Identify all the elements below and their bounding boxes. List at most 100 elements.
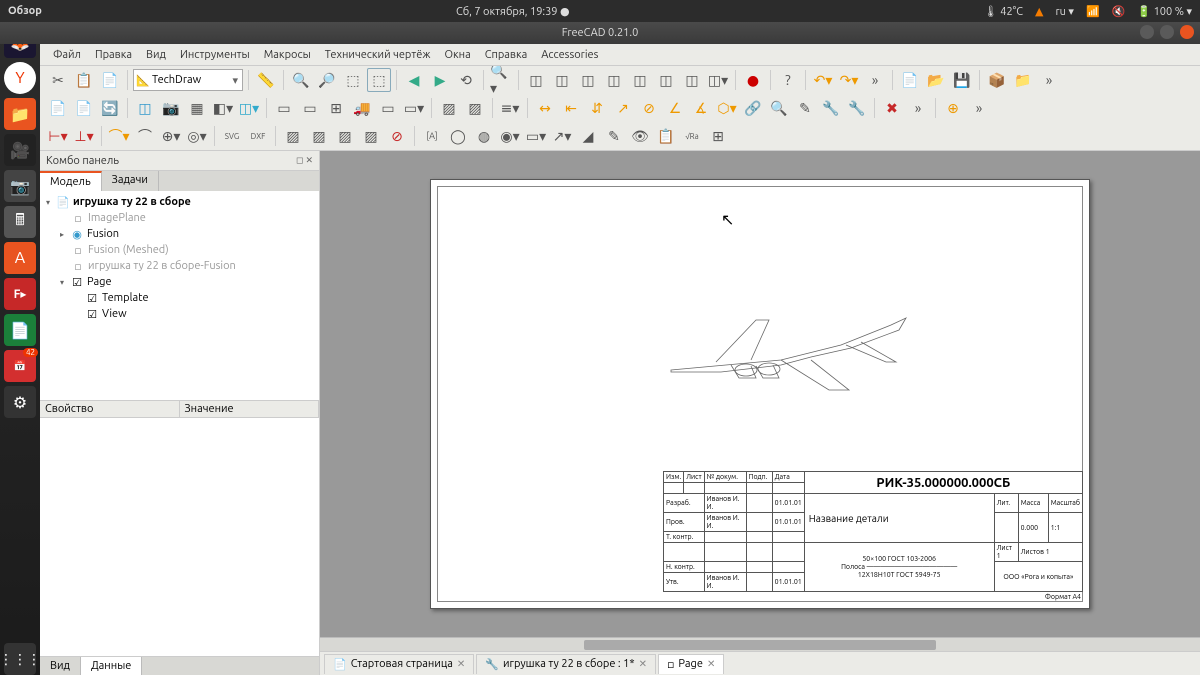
view-right-button[interactable]: ◫ [602, 68, 626, 92]
open-button[interactable]: 📂 [924, 68, 948, 92]
window-maximize[interactable] [1160, 25, 1174, 39]
volume-icon[interactable]: 🔇 [1112, 5, 1126, 18]
td-axo-dim-button[interactable]: 🔍 [767, 96, 791, 120]
undo-button[interactable]: ↶▾ [811, 68, 835, 92]
menu-file[interactable]: Файл [46, 49, 88, 61]
td-cosmetic-vertex-button[interactable]: ◍ [472, 124, 496, 148]
workbench-selector[interactable]: TechDraw [133, 69, 243, 91]
save-button[interactable]: 💾 [950, 68, 974, 92]
td-dim-horizontal-button[interactable]: ⇤ [559, 96, 583, 120]
clock[interactable]: Сб, 7 октября, 19:39 ● [42, 5, 984, 18]
view-bottom-button[interactable]: ◫ [654, 68, 678, 92]
dock-cheese[interactable]: 📷 [4, 170, 36, 202]
zoom-selection-button[interactable]: 🔎 [315, 68, 339, 92]
td-ext-horiz-button[interactable]: ⊢▾ [46, 124, 70, 148]
cut-button[interactable]: ✂ [46, 68, 70, 92]
measure-button[interactable]: 📏 [254, 68, 278, 92]
dock-calendar[interactable]: 42📅 [4, 350, 36, 382]
paste-button[interactable]: 📄 [98, 68, 122, 92]
copy-button[interactable]: 📋 [72, 68, 96, 92]
td-hatch-button[interactable]: ▨ [437, 96, 461, 120]
overflow-2[interactable]: » [1037, 68, 1061, 92]
td-leader-button[interactable]: [A] [420, 124, 444, 148]
tree-view[interactable]: ▾📄игрушка ту 22 в сборе ▫ImagePlane ▸◉Fu… [40, 191, 319, 401]
nav-back-button[interactable]: ◀ [402, 68, 426, 92]
tab-model[interactable]: Модель [40, 171, 102, 191]
bounding-box-button[interactable]: ⬚ [367, 68, 391, 92]
td-dim-radius-button[interactable]: ↗ [611, 96, 635, 120]
activities-button[interactable]: Обзор [8, 5, 42, 17]
tab-view-props[interactable]: Вид [40, 657, 81, 675]
part-group-button[interactable]: 📁 [1011, 68, 1035, 92]
td-stack-bottom-button[interactable]: ▨ [359, 124, 383, 148]
view-left-button[interactable]: ◫ [680, 68, 704, 92]
td-landmark-button[interactable]: ✎ [793, 96, 817, 120]
td-dim-vertical-button[interactable]: ⇵ [585, 96, 609, 120]
td-share-view-button[interactable]: ▭ [376, 96, 400, 120]
tab-tasks[interactable]: Задачи [102, 171, 159, 191]
td-dim-link-button[interactable]: ⬡▾ [715, 96, 739, 120]
td-stack-up-button[interactable]: ▨ [307, 124, 331, 148]
tree-item[interactable]: Template [102, 292, 149, 304]
td-delete-button[interactable]: ✖ [880, 96, 904, 120]
td-add-midpoint-button[interactable]: ◉▾ [498, 124, 522, 148]
redo-button[interactable]: ↷▾ [837, 68, 861, 92]
alert-icon[interactable]: ▲ [1035, 5, 1043, 18]
part-box-button[interactable]: 📦 [985, 68, 1009, 92]
window-minimize[interactable] [1140, 25, 1154, 39]
td-spreadsheet-button[interactable]: ⊞ [324, 96, 348, 120]
zoom-fit-button[interactable]: 🔍 [289, 68, 313, 92]
td-new-page-button[interactable]: 📄 [46, 96, 70, 120]
td-view-button[interactable]: ◫ [133, 96, 157, 120]
view-top-button[interactable]: ◫ [576, 68, 600, 92]
combo-undock-button[interactable]: ◻ [296, 155, 303, 165]
td-active-view-button[interactable]: 📷 [159, 96, 183, 120]
home-button[interactable]: ⟲ [454, 68, 478, 92]
td-rich-anno-button[interactable]: ◯ [446, 124, 470, 148]
menu-help[interactable]: Справка [478, 49, 535, 61]
tree-item[interactable]: View [102, 308, 127, 320]
doc-tab-page[interactable]: ▫ Page ✕ [658, 654, 724, 674]
combo-close-button[interactable]: ✕ [305, 155, 313, 165]
dock-preferences[interactable]: ⚙ [4, 386, 36, 418]
battery-indicator[interactable]: 🔋 100 % ▾ [1137, 5, 1192, 18]
horizontal-scrollbar[interactable] [320, 637, 1200, 651]
export-dxf-button[interactable]: DXF [246, 124, 270, 148]
menu-macros[interactable]: Макросы [257, 49, 318, 61]
tree-item[interactable]: игрушка ту 22 в сборе-Fusion [88, 260, 236, 272]
whats-this-button[interactable]: ? [776, 68, 800, 92]
tree-item[interactable]: Fusion [87, 228, 119, 240]
td-dim-length-button[interactable]: ↔ [533, 96, 557, 120]
td-stack-down-button[interactable]: ▨ [333, 124, 357, 148]
tree-item[interactable]: ImagePlane [88, 212, 146, 224]
td-page-template-button[interactable]: 📄 [72, 96, 96, 120]
td-centerline-button[interactable]: ⌒ [133, 124, 157, 148]
doc-tab-start[interactable]: 📄 Стартовая страница ✕ [324, 654, 474, 674]
td-draft-view-button[interactable]: ▭ [272, 96, 296, 120]
menu-view[interactable]: Вид [139, 49, 173, 61]
td-face-centerline-button[interactable]: ↗▾ [550, 124, 574, 148]
menu-accessories[interactable]: Accessories [534, 49, 605, 61]
td-repair-button[interactable]: 🔧 [819, 96, 843, 120]
td-section-button[interactable]: ◧▾ [211, 96, 235, 120]
view-rotate-button[interactable]: ◫▾ [706, 68, 730, 92]
menu-windows[interactable]: Окна [437, 49, 477, 61]
dock-show-apps[interactable]: ⋮⋮⋮ [4, 643, 36, 675]
td-dim-angle-button[interactable]: ∠ [663, 96, 687, 120]
dock-freecad[interactable]: F▸ [4, 278, 36, 310]
keyboard-layout[interactable]: ru ▾ [1055, 5, 1074, 18]
td-balloon-button[interactable]: 🔗 [741, 96, 765, 120]
property-view[interactable] [40, 418, 319, 656]
view-front-button[interactable]: ◫ [550, 68, 574, 92]
crosshair-button[interactable]: ⊕ [941, 96, 965, 120]
td-annotation-button[interactable]: ≡▾ [498, 96, 522, 120]
dock-files[interactable]: 📁 [4, 98, 36, 130]
td-projection-group-button[interactable]: ▦ [185, 96, 209, 120]
menu-tools[interactable]: Инструменты [173, 49, 257, 61]
drawing-canvas[interactable]: ↖ [320, 151, 1200, 637]
tree-item[interactable]: Page [87, 276, 112, 288]
td-hole-callout-button[interactable]: ⊞ [706, 124, 730, 148]
td-2point-center-button[interactable]: ◎▾ [185, 124, 209, 148]
tree-item[interactable]: Fusion (Meshed) [88, 244, 169, 256]
overflow-4[interactable]: » [967, 96, 991, 120]
